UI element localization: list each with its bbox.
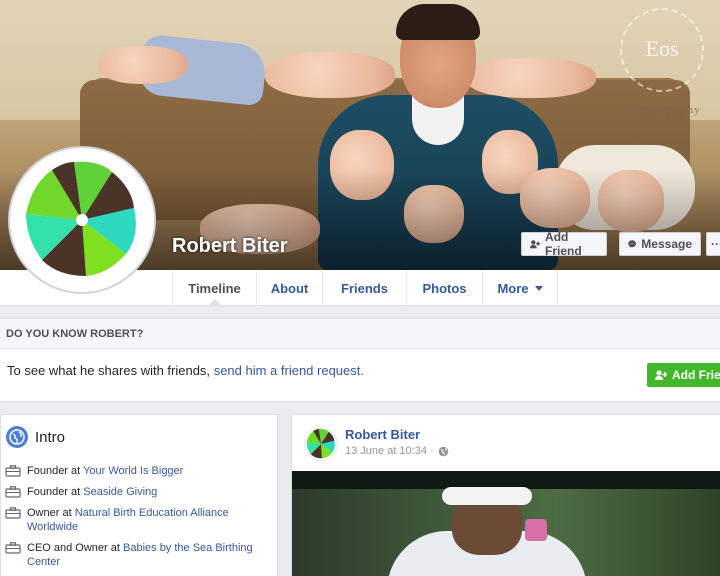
- pinwheel-logo-icon: [18, 156, 146, 284]
- intro-item-link[interactable]: Seaside Giving: [83, 486, 157, 498]
- public-icon: [438, 446, 448, 456]
- prompt-text: To see what he shares with friends, send…: [7, 363, 364, 378]
- globe-glyph: [9, 429, 25, 445]
- cover-man-hair: [396, 4, 480, 40]
- watermark-title: Eos: [645, 36, 679, 61]
- tab-about-label: About: [270, 280, 309, 296]
- intro-item-text: CEO and Owner at Babies by the Sea Birth…: [27, 541, 275, 569]
- post-timestamp-row: 13 June at 10:34 ·: [345, 445, 449, 457]
- profile-name[interactable]: Robert Biter: [172, 235, 288, 258]
- cover-baby: [466, 58, 596, 98]
- send-friend-request-link[interactable]: send him a friend request.: [214, 363, 364, 378]
- post-video[interactable]: [292, 471, 720, 576]
- add-friend-label: Add Friend: [545, 230, 582, 258]
- post-timestamp[interactable]: 13 June at 10:34 ·: [345, 445, 434, 457]
- intro-item: Founder at Seaside Giving: [5, 485, 275, 499]
- photographer-watermark: Eos Photography: [612, 8, 712, 118]
- add-friend-green-button[interactable]: Add Friend: [647, 363, 720, 387]
- cover-baby: [98, 46, 188, 84]
- intro-item-prefix: Founder at: [27, 465, 81, 477]
- video-person-hat: [442, 487, 532, 505]
- tab-more-label: More: [497, 280, 529, 296]
- watermark-subtitle: Photography: [633, 104, 701, 116]
- add-friend-button[interactable]: Add Friend: [521, 230, 607, 258]
- message-label: Message: [641, 237, 692, 251]
- intro-item-text: Founder at Seaside Giving: [27, 485, 157, 499]
- prompt-text-prefix: To see what he shares with friends,: [7, 363, 211, 378]
- video-cup: [525, 519, 547, 541]
- intro-item-link[interactable]: Your World Is Bigger: [83, 465, 183, 477]
- profile-picture[interactable]: [8, 146, 156, 294]
- add-friend-icon: [530, 239, 541, 248]
- intro-card: Intro Founder at Your World Is Bigger Fo…: [0, 414, 278, 576]
- more-options-button[interactable]: ···: [706, 232, 720, 256]
- add-friend-icon: [655, 369, 667, 380]
- briefcase-icon: [5, 507, 21, 519]
- globe-icon: [6, 426, 28, 448]
- tab-photos-label: Photos: [422, 280, 467, 296]
- intro-item-text: Founder at Your World Is Bigger: [27, 464, 183, 478]
- tab-friends[interactable]: Friends: [322, 270, 406, 306]
- chevron-down-icon: [534, 285, 543, 291]
- post-author-avatar[interactable]: [304, 427, 338, 461]
- prompt-heading: DO YOU KNOW ROBERT?: [0, 319, 720, 349]
- intro-item-prefix: Owner at: [27, 507, 72, 519]
- cover-baby: [265, 52, 395, 98]
- intro-item-text: Owner at Natural Birth Education Allianc…: [27, 506, 275, 534]
- timeline-post: Robert Biter 13 June at 10:34 ·: [291, 414, 720, 576]
- briefcase-icon: [5, 542, 21, 554]
- tab-more[interactable]: More: [482, 270, 558, 306]
- intro-item: CEO and Owner at Babies by the Sea Birth…: [5, 541, 275, 569]
- intro-item: Owner at Natural Birth Education Allianc…: [5, 506, 275, 534]
- add-friend-green-label: Add Friend: [672, 368, 720, 382]
- friend-request-prompt: DO YOU KNOW ROBERT? To see what he share…: [0, 318, 720, 402]
- tab-friends-label: Friends: [341, 280, 388, 296]
- tab-timeline-label: Timeline: [188, 280, 241, 296]
- tab-about[interactable]: About: [256, 270, 322, 306]
- profile-page: Eos Photography Robert Biter Add Friend …: [0, 0, 720, 576]
- more-dots-icon: ···: [711, 237, 720, 251]
- messenger-icon: [628, 240, 636, 248]
- briefcase-icon: [5, 465, 21, 477]
- intro-title: Intro: [35, 429, 66, 446]
- tab-timeline[interactable]: Timeline: [172, 270, 256, 306]
- intro-item-prefix: CEO and Owner at: [27, 542, 120, 554]
- message-button[interactable]: Message: [619, 232, 701, 256]
- intro-item-prefix: Founder at: [27, 486, 81, 498]
- post-author-name[interactable]: Robert Biter: [345, 427, 420, 442]
- intro-item: Founder at Your World Is Bigger: [5, 464, 275, 478]
- tab-photos[interactable]: Photos: [406, 270, 482, 306]
- briefcase-icon: [5, 486, 21, 498]
